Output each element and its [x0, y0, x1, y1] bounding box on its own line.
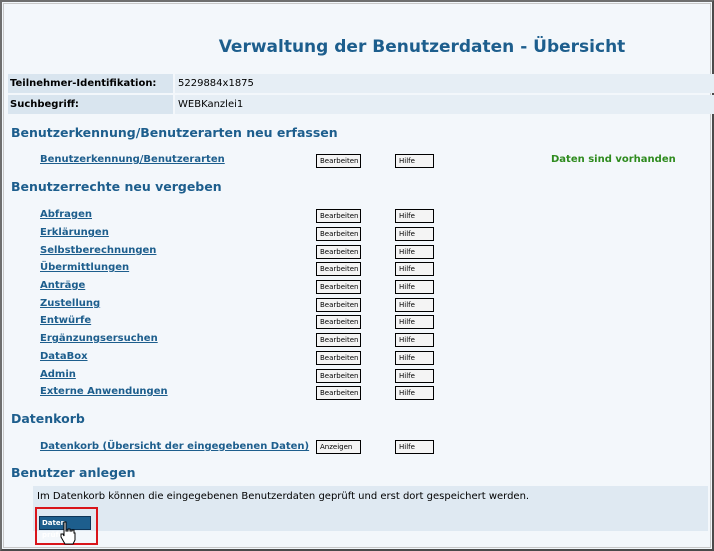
- rights-help-button[interactable]: Hilfe: [395, 333, 434, 347]
- rights-link[interactable]: Admin: [40, 369, 76, 380]
- content-area: Verwaltung der Benutzerdaten - Übersicht…: [3, 3, 714, 548]
- hand-cursor-icon: [60, 521, 76, 545]
- rights-link[interactable]: Entwürfe: [40, 315, 91, 326]
- info-box: Im Datenkorb können die eingegebenen Ben…: [33, 486, 708, 531]
- rights-help-button[interactable]: Hilfe: [395, 262, 434, 276]
- rights-link[interactable]: Ergänzungsersuchen: [40, 333, 158, 344]
- rights-help-button[interactable]: Hilfe: [395, 245, 434, 259]
- section-heading-rights: Benutzerrechte neu vergeben: [11, 179, 222, 194]
- rights-edit-button[interactable]: Bearbeiten: [316, 298, 361, 312]
- rights-edit-button[interactable]: Bearbeiten: [316, 369, 361, 383]
- participant-label: Teilnehmer-Identifikation:: [8, 74, 173, 93]
- rights-edit-button[interactable]: Bearbeiten: [316, 245, 361, 259]
- section-heading-user-id: Benutzerkennung/Benutzerarten neu erfass…: [11, 125, 338, 140]
- search-term-label: Suchbegriff:: [8, 95, 173, 114]
- rights-help-button[interactable]: Hilfe: [395, 351, 434, 365]
- rights-link[interactable]: Anträge: [40, 280, 85, 291]
- rights-edit-button[interactable]: Bearbeiten: [316, 209, 361, 223]
- info-text: Im Datenkorb können die eingegebenen Ben…: [37, 491, 530, 502]
- participant-value: 5229884x1875: [175, 74, 714, 93]
- rights-help-button[interactable]: Hilfe: [395, 315, 434, 329]
- rights-help-button[interactable]: Hilfe: [395, 227, 434, 241]
- rights-edit-button[interactable]: Bearbeiten: [316, 386, 361, 400]
- section-heading-anlegen: Benutzer anlegen: [11, 465, 136, 480]
- rights-link[interactable]: Externe Anwendungen: [40, 386, 168, 397]
- rights-edit-button[interactable]: Bearbeiten: [316, 333, 361, 347]
- page-title: Verwaltung der Benutzerdaten - Übersicht: [218, 37, 626, 57]
- rights-help-button[interactable]: Hilfe: [395, 209, 434, 223]
- rights-edit-button[interactable]: Bearbeiten: [316, 280, 361, 294]
- rights-help-button[interactable]: Hilfe: [395, 369, 434, 383]
- rights-help-button[interactable]: Hilfe: [395, 280, 434, 294]
- datenkorb-help-button[interactable]: Hilfe: [395, 440, 434, 454]
- search-term-value: WEBKanzlei1: [175, 95, 714, 114]
- rights-link[interactable]: Selbstberechnungen: [40, 245, 156, 256]
- rights-link[interactable]: Zustellung: [40, 298, 100, 309]
- participant-row: Teilnehmer-Identifikation: 5229884x1875: [8, 74, 714, 93]
- rights-link[interactable]: Abfragen: [40, 209, 92, 220]
- rights-edit-button[interactable]: Bearbeiten: [316, 315, 361, 329]
- rights-link[interactable]: Übermittlungen: [40, 262, 129, 273]
- user-id-help-button[interactable]: Hilfe: [395, 154, 434, 168]
- rights-edit-button[interactable]: Bearbeiten: [316, 227, 361, 241]
- status-text: Daten sind vorhanden: [551, 154, 676, 165]
- rights-edit-button[interactable]: Bearbeiten: [316, 351, 361, 365]
- datenkorb-show-button[interactable]: Anzeigen: [316, 440, 361, 454]
- rights-link[interactable]: DataBox: [40, 351, 88, 362]
- rights-help-button[interactable]: Hilfe: [395, 386, 434, 400]
- user-id-link[interactable]: Benutzerkennung/Benutzerarten: [40, 154, 225, 165]
- rights-link[interactable]: Erklärungen: [40, 227, 109, 238]
- user-id-edit-button[interactable]: Bearbeiten: [316, 154, 361, 168]
- rights-edit-button[interactable]: Bearbeiten: [316, 262, 361, 276]
- search-term-row: Suchbegriff: WEBKanzlei1: [8, 95, 714, 114]
- datenkorb-link[interactable]: Datenkorb (Übersicht der eingegebenen Da…: [40, 441, 309, 452]
- window-frame: Verwaltung der Benutzerdaten - Übersicht…: [0, 0, 714, 551]
- rights-help-button[interactable]: Hilfe: [395, 298, 434, 312]
- section-heading-datenkorb: Datenkorb: [11, 411, 85, 426]
